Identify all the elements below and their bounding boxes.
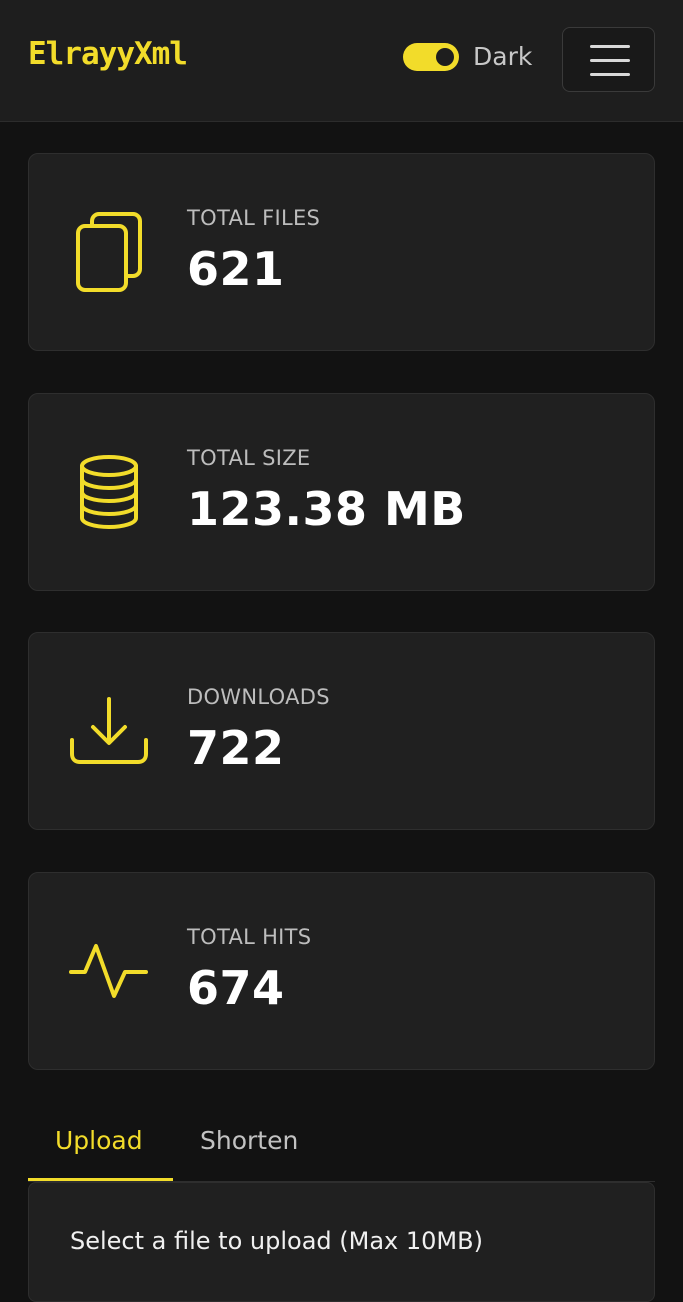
active-tab-indicator (28, 1178, 173, 1181)
theme-toggle[interactable] (403, 42, 459, 71)
download-icon (65, 687, 153, 775)
tabs: Upload Shorten (28, 1110, 655, 1182)
stat-label: TOTAL HITS (187, 925, 312, 949)
stat-label: TOTAL SIZE (187, 446, 311, 470)
stat-value: 674 (187, 961, 285, 1015)
stat-card-downloads: DOWNLOADS 722 (28, 632, 655, 830)
stat-label: TOTAL FILES (187, 206, 321, 230)
stat-card-total-files: TOTAL FILES 621 (28, 153, 655, 351)
theme-toggle-group: Dark (403, 42, 532, 71)
stat-label: DOWNLOADS (187, 685, 330, 709)
tab-shorten[interactable]: Shorten (200, 1126, 298, 1155)
database-icon (65, 448, 153, 536)
tab-upload[interactable]: Upload (55, 1126, 143, 1155)
stat-value: 123.38 MB (187, 482, 466, 536)
files-icon (65, 208, 153, 296)
upload-panel: Select a file to upload (Max 10MB) (28, 1182, 655, 1302)
brand-logo[interactable]: ElrayyXml (28, 36, 188, 72)
stat-value: 621 (187, 242, 285, 296)
theme-toggle-label: Dark (473, 42, 533, 71)
navbar: ElrayyXml Dark (0, 0, 683, 122)
upload-select-label: Select a file to upload (Max 10MB) (70, 1227, 483, 1255)
activity-icon (65, 927, 153, 1015)
stat-card-total-hits: TOTAL HITS 674 (28, 872, 655, 1070)
toggle-knob (436, 47, 454, 66)
stat-value: 722 (187, 721, 285, 775)
menu-button[interactable] (562, 27, 655, 92)
stat-card-total-size: TOTAL SIZE 123.38 MB (28, 393, 655, 591)
